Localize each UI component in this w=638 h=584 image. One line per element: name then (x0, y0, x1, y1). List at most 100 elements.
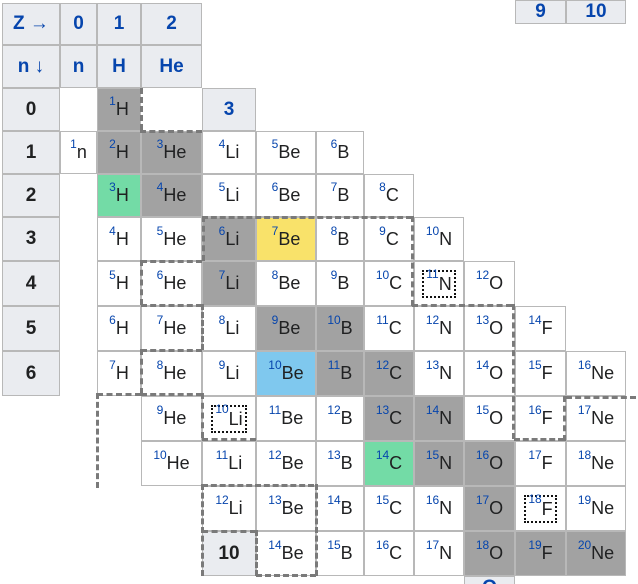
nuclide-cell[interactable]: 8Li (202, 306, 256, 351)
nuclide-cell[interactable]: 15C (364, 486, 414, 531)
nuclide-label[interactable]: 13Be (268, 494, 303, 519)
nuclide-label[interactable]: 12B (327, 404, 352, 429)
nuclide-cell[interactable]: 17Ne (566, 396, 626, 441)
nuclide-label[interactable]: 17N (426, 539, 452, 564)
nuclide-label[interactable]: 5Be (272, 138, 301, 163)
nuclide-cell[interactable]: 11Li (202, 441, 256, 486)
nuclide-cell[interactable]: 10N (414, 217, 464, 261)
nuclide-label[interactable]: 17O (476, 494, 503, 519)
nuclide-label[interactable]: 8C (379, 181, 399, 206)
nuclide-cell[interactable]: 5Be (256, 131, 316, 174)
nuclide-label[interactable]: 10B (327, 314, 352, 339)
z-number[interactable]: 1 (114, 13, 125, 35)
nuclide-cell[interactable]: 1H (97, 88, 141, 131)
nuclide-cell[interactable]: 12N (414, 306, 464, 351)
nuclide-label[interactable]: 7B (331, 181, 350, 206)
nuclide-cell[interactable]: 13B (316, 441, 364, 486)
nuclide-cell[interactable]: 16C (364, 531, 414, 576)
nuclide-cell[interactable]: 15N (414, 441, 464, 486)
nuclide-label[interactable]: 9He (157, 404, 187, 429)
nuclide-cell[interactable]: 15F (515, 351, 566, 396)
nuclide-label[interactable]: 10Li (211, 403, 247, 433)
nuclide-label[interactable]: 15C (376, 494, 402, 519)
z-number[interactable]: 2 (166, 13, 177, 35)
nuclide-cell[interactable]: 14Be (256, 531, 316, 576)
nuclide-cell[interactable]: 6Be (256, 174, 316, 217)
nuclide-label[interactable]: 15F (528, 359, 552, 384)
nuclide-label[interactable]: 16C (376, 539, 402, 564)
nuclide-cell[interactable]: 15B (316, 531, 364, 576)
nuclide-cell[interactable]: 17O (464, 486, 515, 531)
nuclide-cell[interactable]: 10C (364, 261, 414, 306)
nuclide-label[interactable]: 15O (476, 404, 503, 429)
nuclide-cell[interactable]: 14F (515, 306, 566, 351)
nuclide-label[interactable]: 10C (376, 269, 402, 294)
nuclide-cell[interactable]: 7B (316, 174, 364, 217)
z-number[interactable]: 3 (224, 99, 235, 121)
nuclide-cell[interactable]: 8He (141, 351, 202, 396)
nuclide-cell[interactable]: 8C (364, 174, 414, 217)
nuclide-cell[interactable]: 16O (464, 441, 515, 486)
nuclide-label[interactable]: 12Li (215, 494, 242, 519)
element-header-n[interactable]: n (60, 45, 97, 88)
nuclide-cell[interactable]: 16Ne (566, 351, 626, 396)
nuclide-cell[interactable]: 7Li (202, 261, 256, 306)
nuclide-label[interactable]: 18O (476, 539, 503, 564)
nuclide-cell[interactable]: 18F (515, 486, 566, 531)
element-symbol-link[interactable]: He (159, 56, 183, 78)
nuclide-label[interactable]: 14F (528, 314, 552, 339)
nuclide-label[interactable]: 13N (426, 359, 452, 384)
nuclide-label[interactable]: 6He (157, 269, 187, 294)
nuclide-label[interactable]: 14O (476, 359, 503, 384)
nuclide-cell[interactable]: 16N (414, 486, 464, 531)
nuclide-cell[interactable]: 18Ne (566, 441, 626, 486)
nuclide-label[interactable]: 6B (331, 138, 350, 163)
nuclide-label[interactable]: 14N (426, 404, 452, 429)
nuclide-cell[interactable]: 4H (97, 217, 141, 261)
nuclide-label[interactable]: 3H (109, 181, 129, 206)
nuclide-label[interactable]: 9C (379, 225, 399, 250)
nuclide-label[interactable]: 8Li (219, 314, 240, 339)
nuclide-label[interactable]: 17Ne (578, 404, 614, 429)
nuclide-cell[interactable]: 15O (464, 396, 515, 441)
nuclide-cell[interactable]: 17N (414, 531, 464, 576)
nuclide-label[interactable]: 10Be (268, 359, 303, 384)
nuclide-label[interactable]: 6Li (219, 225, 240, 250)
nuclide-label[interactable]: 11B (328, 359, 352, 384)
z-number[interactable]: 0 (73, 13, 84, 35)
nuclide-cell[interactable]: 20Ne (566, 531, 626, 576)
nuclide-label[interactable]: 7Li (219, 269, 240, 294)
nuclide-label[interactable]: 8B (331, 225, 350, 250)
nuclide-label[interactable]: 14C (376, 449, 402, 474)
nuclide-label[interactable]: 11C (376, 314, 401, 339)
element-symbol-link[interactable]: H (112, 56, 126, 78)
nuclide-label[interactable]: 12Be (268, 449, 303, 474)
z-number[interactable]: 9 (535, 1, 546, 23)
element-header-h[interactable]: H (97, 45, 141, 88)
nuclide-cell[interactable]: 10Be (256, 351, 316, 396)
nuclide-cell[interactable]: 14C (364, 441, 414, 486)
nuclide-label[interactable]: 13B (327, 449, 352, 474)
nuclide-label[interactable]: 11Li (216, 449, 242, 474)
nuclide-cell[interactable]: 11Be (256, 396, 316, 441)
nuclide-cell[interactable]: 14B (316, 486, 364, 531)
nuclide-cell[interactable]: 18O (464, 531, 515, 576)
nuclide-label[interactable]: 8He (157, 359, 187, 384)
nuclide-cell[interactable]: 9Li (202, 351, 256, 396)
element-symbol-link[interactable]: n (73, 56, 85, 78)
element-symbol-link[interactable]: O (482, 577, 497, 584)
nuclide-cell[interactable]: 5H (97, 261, 141, 306)
nuclide-cell[interactable]: 7H (97, 351, 141, 396)
nuclide-label[interactable]: 15B (327, 539, 352, 564)
nuclide-cell[interactable]: 9He (141, 396, 202, 441)
nuclide-label[interactable]: 19F (528, 539, 552, 564)
nuclide-label[interactable]: 5He (157, 225, 187, 250)
nuclide-label[interactable]: 12C (376, 359, 402, 384)
nuclide-label[interactable]: 18F (524, 493, 557, 523)
nuclide-label[interactable]: 6H (109, 314, 129, 339)
nuclide-label[interactable]: 4H (109, 225, 129, 250)
z-number-header[interactable]: 1 (97, 3, 141, 45)
nuclide-label[interactable]: 9Li (219, 359, 240, 384)
nuclide-label[interactable]: 7Be (272, 225, 301, 250)
nuclide-cell[interactable]: 6H (97, 306, 141, 351)
